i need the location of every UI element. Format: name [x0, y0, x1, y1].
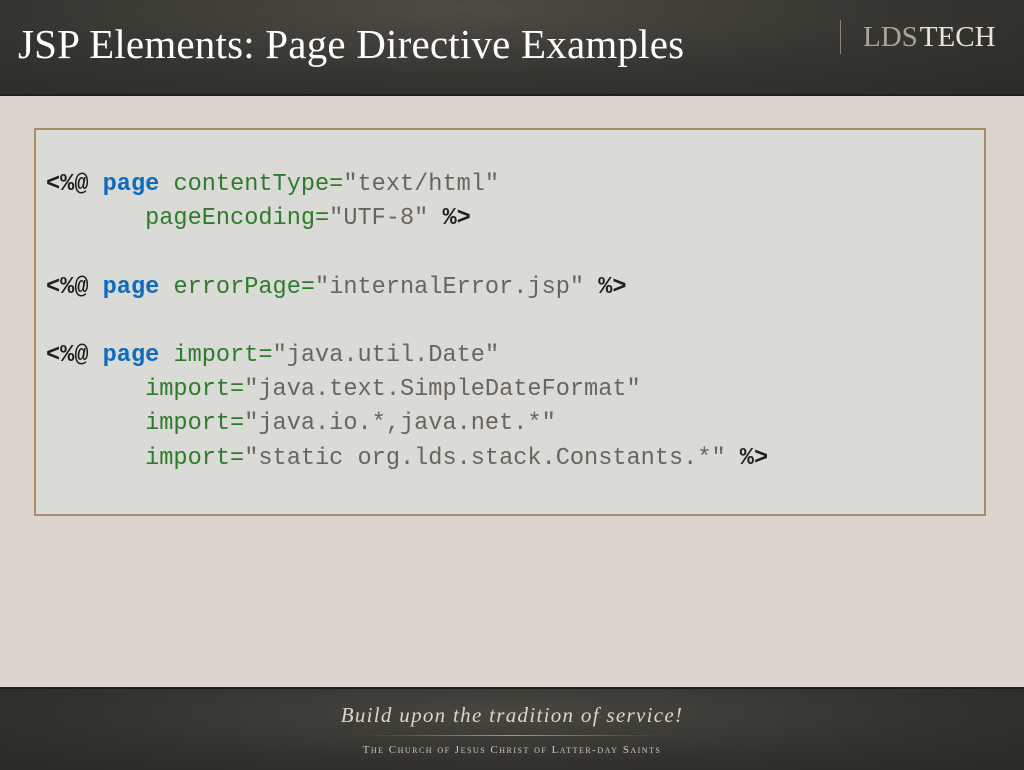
code-line: <%@ page errorPage="internalError.jsp" %… — [46, 271, 768, 305]
code-token-attr: contentType= — [159, 171, 344, 198]
code-line: import="java.text.SimpleDateFormat" — [46, 373, 768, 407]
footer-church-name: The Church of Jesus Christ of Latter-day… — [362, 744, 662, 756]
code-token-delim: <%@ — [46, 341, 103, 369]
ldstech-logo: LDS TECH — [840, 20, 996, 54]
code-token-delim: %> — [725, 444, 769, 472]
logo-divider — [840, 20, 841, 54]
code-token-attr: pageEncoding= — [46, 205, 330, 233]
logo-tech-text: TECH — [919, 20, 996, 53]
code-box: <%@ page contentType="text/html" pageEnc… — [34, 128, 986, 516]
logo-lds-text: LDS — [863, 20, 918, 53]
footer-tagline: Build upon the tradition of service! — [340, 703, 684, 727]
code-token-attr: import= — [46, 376, 245, 404]
code-token-kw: page — [102, 341, 160, 369]
code-token-attr: import= — [46, 410, 245, 438]
code-token-delim: %> — [428, 205, 471, 233]
code-token-attr: import= — [46, 444, 245, 472]
code-token-val: "static org.lds.stack.Constants.*" — [244, 444, 726, 472]
code-line: <%@ page import="java.util.Date" — [46, 339, 768, 373]
code-block: <%@ page contentType="text/html" pageEnc… — [46, 168, 768, 476]
code-token-val: "text/html" — [343, 171, 500, 198]
code-line: import="static org.lds.stack.Constants.*… — [46, 442, 768, 476]
code-token-val: "java.util.Date" — [272, 341, 500, 369]
code-line: <%@ page contentType="text/html" — [46, 168, 768, 202]
code-token-kw: page — [102, 273, 160, 301]
slide-title: JSP Elements: Page Directive Examples — [18, 21, 685, 67]
code-token-val: "UTF-8" — [329, 205, 429, 233]
code-line: import="java.io.*,java.net.*" — [46, 407, 768, 441]
code-token-attr: import= — [159, 341, 273, 369]
code-token-val: "java.io.*,java.net.*" — [244, 410, 556, 438]
code-token-val: "internalError.jsp" — [315, 273, 585, 301]
slide-footer: Build upon the tradition of service! The… — [0, 687, 1024, 770]
footer-divider — [362, 735, 662, 736]
slide-header: JSP Elements: Page Directive Examples LD… — [0, 0, 1024, 96]
code-token-delim: <%@ — [46, 273, 103, 301]
code-token-delim: %> — [584, 273, 627, 301]
code-token-delim: <%@ — [46, 171, 103, 198]
code-token-kw: page — [102, 171, 160, 198]
code-line: pageEncoding="UTF-8" %> — [46, 202, 768, 236]
code-token-attr: errorPage= — [159, 273, 316, 301]
code-token-val: "java.text.SimpleDateFormat" — [244, 376, 641, 404]
